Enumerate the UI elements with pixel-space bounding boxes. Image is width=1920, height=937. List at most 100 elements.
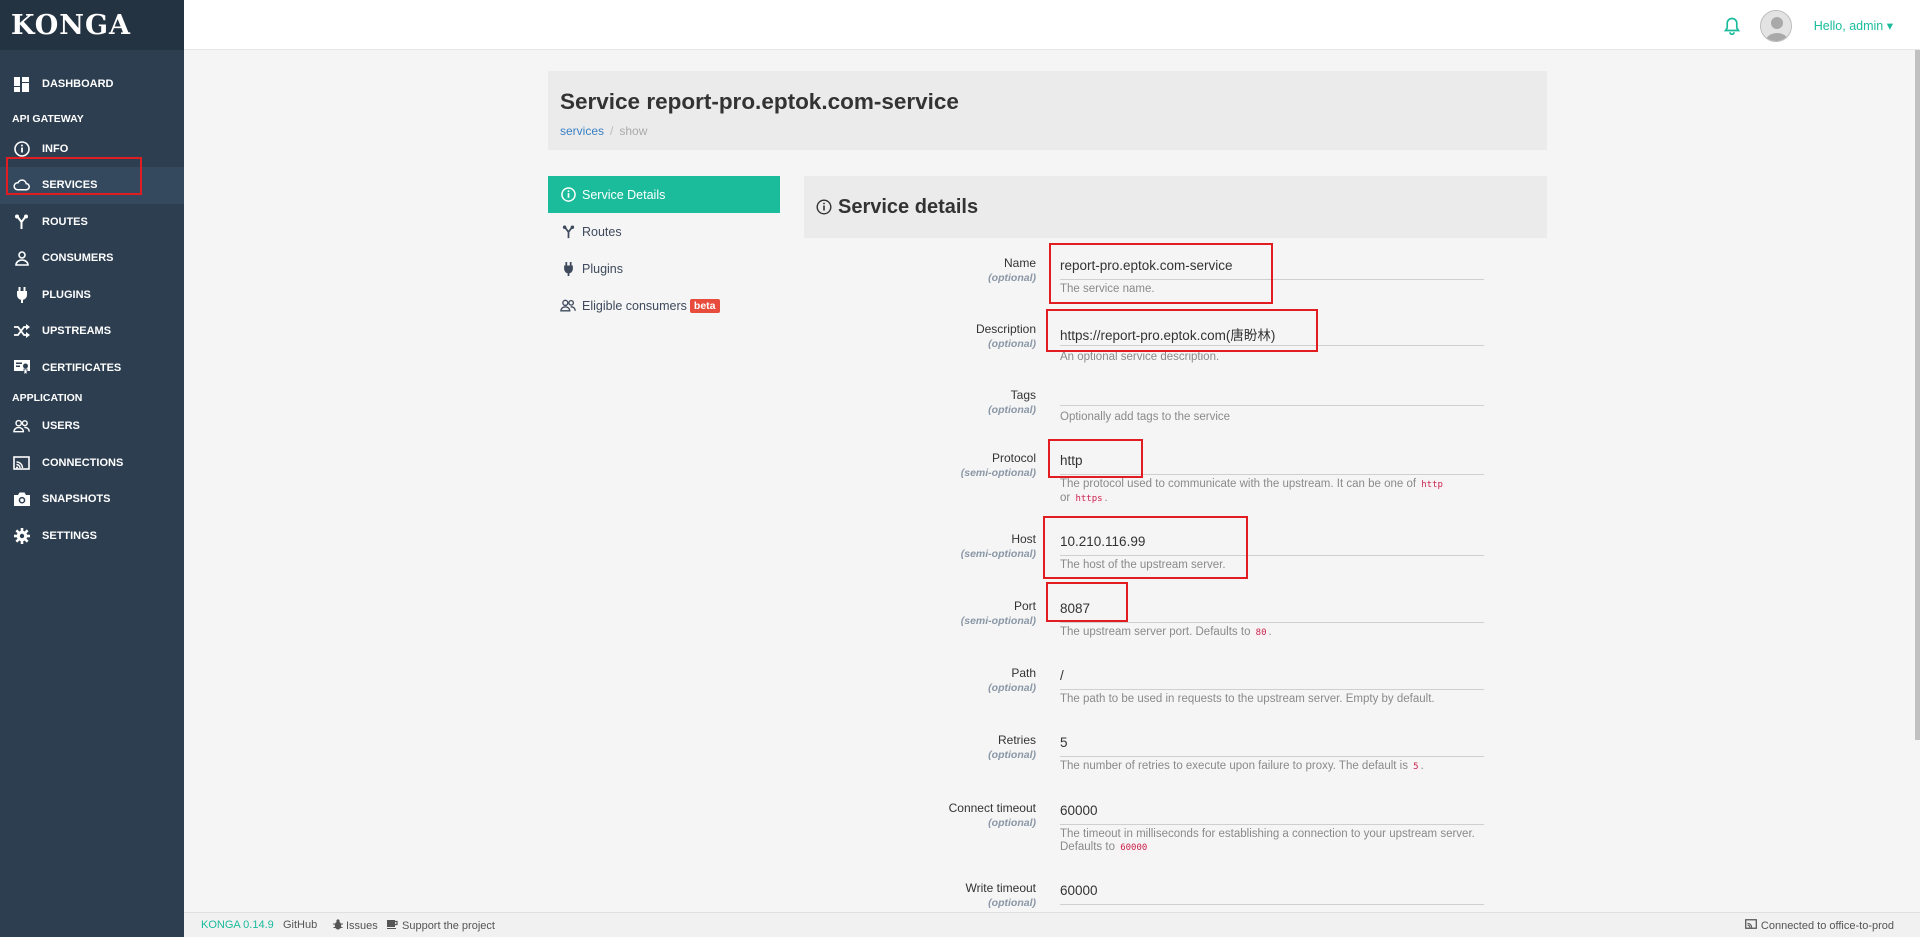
breadcrumb-services-link[interactable]: services [560,124,604,138]
beta-badge: beta [689,298,720,313]
plug-icon [13,286,30,303]
field-label: Write timeout [965,881,1036,895]
sidebar-item-label: USERS [42,420,80,433]
connect-timeout-input[interactable]: 60000 [1060,801,1484,825]
issues-link[interactable]: Issues [333,919,378,933]
tab-label: Routes [582,224,622,239]
user-menu[interactable]: Hello, admin ▾ [1814,18,1893,33]
cast-icon [1744,919,1757,932]
tab-routes[interactable]: Routes [548,213,780,250]
field-label: Host [1011,532,1036,546]
protocol-input[interactable]: http [1060,451,1484,475]
github-link[interactable]: GitHub [283,919,317,931]
sidebar-item-upstreams[interactable]: UPSTREAMS [0,313,184,350]
dashboard-icon [13,76,30,93]
sidebar-item-info[interactable]: INFO [0,131,184,168]
sidebar-item-settings[interactable]: SETTINGS [0,518,184,555]
bell-icon[interactable] [1723,17,1741,36]
certificate-icon [13,359,30,376]
sidebar-item-label: CERTIFICATES [42,361,122,374]
field-label: Retries [997,733,1036,747]
help-code: 5 [1411,762,1421,772]
write-timeout-input[interactable]: 60000 [1060,881,1484,905]
sidebar-item-users[interactable]: USERS [0,408,184,445]
connection-label: Connected to office-to-prod [1760,919,1894,932]
sidebar-item-routes[interactable]: ROUTES [0,204,184,241]
info-icon [816,199,832,215]
avatar[interactable] [1760,10,1792,42]
users-icon [13,418,30,435]
connection-status: Connected to office-to-prod [1744,919,1894,932]
sidebar-item-services[interactable]: SERVICES [0,167,184,204]
help-text: or [1060,492,1071,504]
coffee-icon [387,919,398,932]
logo-text: KONGA [11,9,131,41]
breadcrumb: services / show [560,124,647,138]
help-text: . [1420,760,1424,772]
sidebar-item-label: PLUGINS [42,288,91,301]
sidebar-item-snapshots[interactable]: SNAPSHOTS [0,481,184,518]
field-optional: (optional) [988,817,1036,829]
field-label: Port [1013,599,1036,613]
field-help: The timeout in milliseconds for establis… [1060,828,1484,855]
tags-input[interactable] [1060,382,1484,406]
description-input[interactable]: https://report-pro.eptok.com(唐盼林) [1060,322,1484,346]
tab-service-details[interactable]: Service Details [548,176,780,213]
section-title: Service details [838,195,979,218]
info-icon [13,140,30,157]
tab-eligible-consumers[interactable]: Eligible consumers beta [548,287,780,324]
tab-plugins[interactable]: Plugins [548,250,780,287]
field-optional: (semi-optional) [960,615,1036,627]
cast-icon [13,454,30,471]
tab-label: Service Details [582,187,666,202]
sidebar-item-dashboard[interactable]: DASHBOARD [0,66,184,103]
field-optional: (optional) [988,897,1036,909]
support-link-label: Support the project [402,919,495,932]
name-input[interactable]: report-pro.eptok.com-service [1060,256,1484,280]
sidebar-item-certificates[interactable]: CERTIFICATES [0,350,184,387]
retries-input[interactable]: 5 [1060,733,1484,757]
host-input[interactable]: 10.210.116.99 [1060,532,1484,556]
breadcrumb-current: show [619,124,648,138]
field-optional: (semi-optional) [960,548,1036,560]
help-code: http [1419,480,1445,490]
field-optional: (optional) [988,404,1036,416]
service-subnav: Service Details Routes Plugins Eligible … [548,176,780,324]
sidebar-section-api-gateway: API GATEWAY [12,112,84,125]
field-help: The path to be used in requests to the u… [1060,693,1435,705]
sidebar: KONGA DASHBOARD API GATEWAY INFO SERVICE… [0,0,184,937]
logo[interactable]: KONGA [0,0,184,50]
routes-icon [13,213,30,230]
sidebar-item-label: INFO [42,142,69,155]
help-code: https [1073,494,1105,504]
path-input[interactable]: / [1060,666,1484,690]
sidebar-item-label: SETTINGS [42,529,98,542]
camera-icon [13,491,30,508]
field-label: Tags [1010,388,1036,402]
sidebar-item-consumers[interactable]: CONSUMERS [0,240,184,277]
sidebar-item-plugins[interactable]: PLUGINS [0,277,184,314]
help-code: 60000 [1118,843,1150,853]
port-input[interactable]: 8087 [1060,599,1484,623]
vertical-scrollbar[interactable] [1915,50,1920,740]
issues-link-label: Issues [346,920,378,932]
field-label: Connect timeout [948,801,1036,815]
sidebar-item-connections[interactable]: CONNECTIONS [0,445,184,482]
page-title: Service report-pro.eptok.com-service [560,89,959,114]
sidebar-item-label: ROUTES [42,215,88,228]
service-details-header: Service details [804,176,1547,238]
tab-label: Plugins [582,261,623,276]
plug-icon [560,261,576,277]
bug-icon [333,919,343,933]
sidebar-item-label: CONSUMERS [42,252,114,265]
field-optional: (optional) [988,682,1036,694]
sidebar-item-label: CONNECTIONS [42,456,124,469]
sidebar-section-application: APPLICATION [12,392,83,404]
gear-icon [13,527,30,544]
help-text: The protocol used to communicate with th… [1060,478,1417,490]
field-label: Protocol [991,451,1036,465]
version-label: KONGA 0.14.9 [201,919,274,931]
support-link[interactable]: Support the project [387,919,495,932]
breadcrumb-separator: / [610,124,614,138]
users-icon [560,298,576,314]
